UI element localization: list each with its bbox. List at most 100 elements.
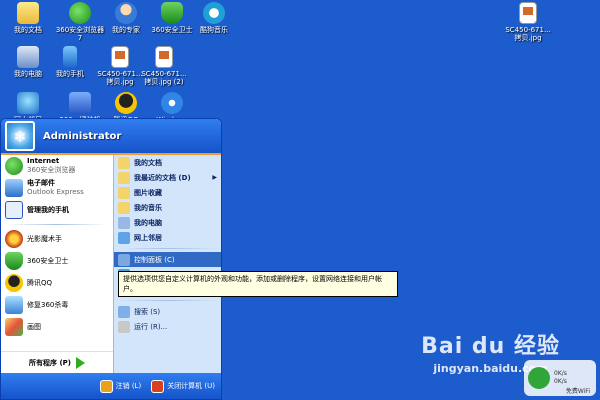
- desktop-icon-label: 我的手机: [56, 70, 84, 78]
- desktop-icon-label: SC450-671... 拷贝.jpg: [505, 26, 551, 42]
- qq-icon: [115, 92, 137, 114]
- my-computer-icon: [118, 216, 130, 229]
- wifi-up-rate: 0K/s: [554, 370, 567, 377]
- desktop-icon[interactable]: 我的文档: [0, 2, 56, 34]
- green-arrow-icon: [75, 356, 85, 369]
- pinned-email-sub: Outlook Express: [27, 188, 84, 196]
- logoff-label: 注销 (L): [115, 382, 142, 390]
- wifi-down-rate: 0K/s: [554, 378, 567, 385]
- network-places-icon: [17, 92, 39, 114]
- start-menu-item-run[interactable]: 运行 (R)...: [114, 319, 221, 334]
- security-360-icon: [161, 2, 183, 24]
- recent-item-photo-magic[interactable]: 光影魔术手: [1, 228, 113, 250]
- recent-item-paint[interactable]: 画图: [1, 316, 113, 338]
- start-menu-right-panel: 我的文档我最近的文档 (D)▶图片收藏我的音乐我的电脑网上邻居控制面板 (C)连…: [113, 155, 221, 383]
- manage-phone-icon: [5, 201, 23, 219]
- start-menu-item-label: 图片收藏: [134, 188, 162, 197]
- start-menu-item-label: 我最近的文档 (D): [134, 173, 191, 182]
- start-menu-item-recent-documents[interactable]: 我最近的文档 (D) ▶: [114, 170, 221, 185]
- desktop-icon[interactable]: 我的手机: [42, 46, 98, 78]
- photo-magic-icon: [5, 230, 23, 248]
- logoff-button[interactable]: 注销 (L): [99, 379, 142, 393]
- desktop-icon[interactable]: SC450-671... 拷贝.jpg (2): [136, 46, 192, 86]
- documents-folder-icon: [118, 156, 130, 169]
- pinned-internet-sub: 360安全浏览器: [27, 166, 76, 174]
- separator: [120, 248, 217, 249]
- separator: [7, 224, 107, 225]
- image-file-icon: [111, 46, 129, 68]
- pinned-internet-label: Internet: [27, 157, 60, 165]
- wifi-status-icon: [528, 367, 550, 389]
- control-panel-icon: [118, 253, 130, 266]
- pinned-email[interactable]: 电子邮件 Outlook Express: [1, 177, 113, 199]
- pictures-icon: [118, 186, 130, 199]
- start-menu-item-label: 控制面板 (C): [134, 255, 175, 264]
- start-menu: ❄ Administrator Internet 360安全浏览器 电子邮件 O…: [0, 118, 222, 400]
- all-programs-button[interactable]: 所有程序 (P): [1, 351, 113, 373]
- start-menu-item-label: 网上邻居: [134, 233, 162, 242]
- media-player-icon: [161, 92, 183, 114]
- all-programs-label: 所有程序 (P): [29, 358, 71, 367]
- recent-item-360-security[interactable]: 360安全卫士: [1, 250, 113, 272]
- wifi-label: 免费WiFi: [565, 388, 590, 395]
- run-icon: [118, 320, 130, 333]
- submenu-arrow-icon: ▶: [212, 174, 217, 181]
- pinned-manage-phone[interactable]: 管理我的手机: [1, 199, 113, 221]
- music-icon: [118, 201, 130, 214]
- separator: [120, 300, 217, 301]
- start-menu-item-search[interactable]: 搜索 (S): [114, 304, 221, 319]
- recent-item-360-antivirus-repair[interactable]: 修复360杀毒: [1, 294, 113, 316]
- recent-item-label: 画图: [27, 323, 41, 331]
- recent-item-label: 修复360杀毒: [27, 301, 69, 309]
- my-computer-icon: [17, 46, 39, 68]
- start-menu-item-music[interactable]: 我的音乐: [114, 200, 221, 215]
- recent-item-label: 360安全卫士: [27, 257, 69, 265]
- image-file-icon: [155, 46, 173, 68]
- watermark-brand: Bai du 经验: [421, 334, 560, 359]
- pinned-manage-phone-label: 管理我的手机: [27, 205, 69, 214]
- desktop-icon-label: SC450-671... 拷贝.jpg (2): [141, 70, 187, 86]
- start-menu-item-label: 搜索 (S): [134, 307, 161, 316]
- recent-item-qq[interactable]: 腾讯QQ: [1, 272, 113, 294]
- browser-360-icon: [69, 2, 91, 24]
- desktop-icon-label: 酷狗音乐: [200, 26, 228, 34]
- browser-360-icon: [5, 157, 23, 175]
- start-menu-item-network-places[interactable]: 网上邻居: [114, 230, 221, 245]
- kugou-music-icon: [203, 2, 225, 24]
- image-file-icon: [519, 2, 537, 24]
- start-menu-item-label: 我的音乐: [134, 203, 162, 212]
- desktop-icon[interactable]: 酷狗音乐: [186, 2, 242, 34]
- wifi-widget[interactable]: 0K/s 0K/s 免费WiFi: [524, 360, 596, 396]
- antivirus-repair-icon: [5, 296, 23, 314]
- start-menu-item-documents-folder[interactable]: 我的文档: [114, 155, 221, 170]
- start-menu-item-label: 我的文档: [134, 158, 162, 167]
- start-menu-footer: 注销 (L) 关闭计算机 (U): [1, 373, 221, 399]
- expert-icon: [115, 2, 137, 24]
- shutdown-button[interactable]: 关闭计算机 (U): [151, 379, 215, 393]
- documents-folder-icon: [17, 2, 39, 24]
- start-menu-item-pictures[interactable]: 图片收藏: [114, 185, 221, 200]
- recent-item-label: 光影魔术手: [27, 235, 62, 243]
- my-phone-icon: [63, 46, 77, 68]
- security-360-icon: [5, 252, 23, 270]
- start-menu-item-my-computer[interactable]: 我的电脑: [114, 215, 221, 230]
- start-menu-header: ❄ Administrator: [1, 119, 221, 155]
- qq-icon: [5, 274, 23, 292]
- pinned-internet[interactable]: Internet 360安全浏览器: [1, 155, 113, 177]
- desktop-icon[interactable]: SC450-671... 拷贝.jpg: [500, 2, 556, 42]
- username: Administrator: [43, 130, 122, 142]
- paint-icon: [5, 318, 23, 336]
- network-places-icon: [118, 231, 130, 244]
- shutdown-label: 关闭计算机 (U): [167, 382, 215, 390]
- recent-item-label: 腾讯QQ: [27, 279, 53, 287]
- desktop: { "desktop_icons": [ {"label": "我的文档", "…: [0, 0, 600, 400]
- user-avatar[interactable]: ❄: [5, 121, 35, 151]
- power-icon: [151, 379, 165, 393]
- one-click-install-icon: [69, 92, 91, 114]
- recent-documents-icon: [118, 171, 130, 184]
- start-menu-item-control-panel[interactable]: 控制面板 (C): [114, 252, 221, 267]
- start-menu-item-label: 我的电脑: [134, 218, 162, 227]
- control-panel-tooltip: 提供选项供您自定义计算机的外观和功能，添加或删除程序，设置网络连接和用户帐户。: [118, 271, 398, 297]
- outlook-express-icon: [5, 179, 23, 197]
- desktop-icon-label: 我的文档: [14, 26, 42, 34]
